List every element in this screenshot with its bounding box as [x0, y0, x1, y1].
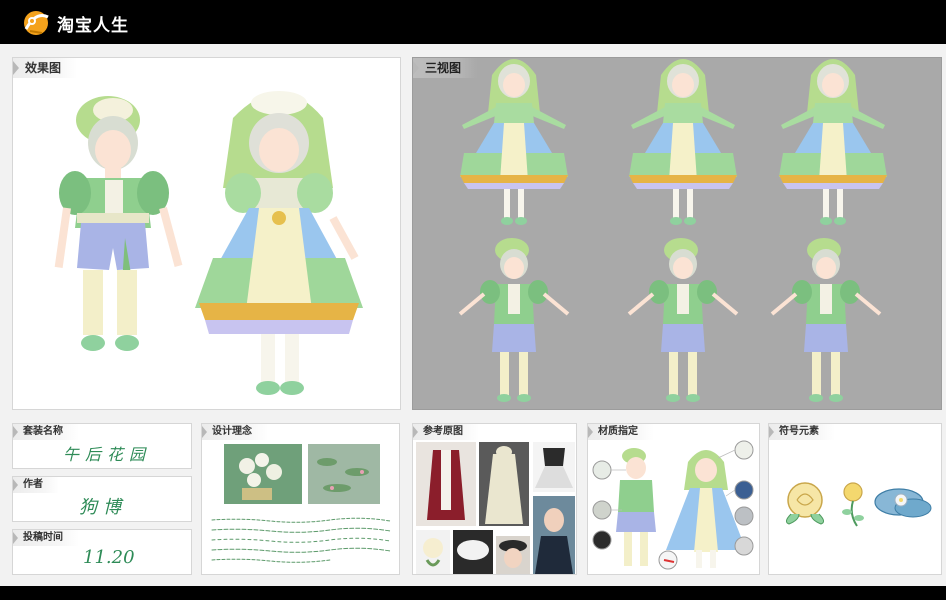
material-label: 材质指定 [588, 424, 654, 440]
reference-panel: 参考原图 [412, 423, 577, 575]
author-label: 作者 [13, 477, 59, 493]
boy-side-view [770, 236, 882, 404]
symbol-elements [785, 482, 932, 527]
effect-illustration [54, 91, 363, 395]
girl-side-view [779, 59, 887, 225]
symbol-panel: 符号元素 [768, 423, 942, 575]
girl-portrait-photo [533, 496, 575, 574]
symbol-label: 符号元素 [769, 424, 835, 440]
submit-time-value: 11.20 [83, 547, 135, 568]
yellow-rose-icon [785, 482, 825, 525]
top-bar: 淘宝人生 [0, 0, 946, 44]
girl-front-view [460, 59, 568, 225]
red-dress-photo [416, 442, 476, 526]
suit-name-panel: 套装名称 午后花园 [12, 423, 192, 469]
girl-back-view [629, 59, 737, 225]
water-lily-painting-image [308, 444, 380, 504]
bottom-bar [0, 586, 946, 600]
handwritten-concept-notes [211, 517, 391, 563]
corset-dress-photo [533, 442, 575, 492]
material-panel: 材质指定 [587, 423, 760, 575]
material-illustration [592, 440, 754, 570]
girl-mini-figure [666, 450, 746, 568]
white-rose-photo [416, 530, 450, 574]
reference-label: 参考原图 [413, 424, 479, 440]
lace-collar-photo [453, 530, 493, 574]
girl-character-illustration [195, 91, 363, 395]
taobao-life-logo-icon [20, 7, 52, 39]
three-view-illustration [458, 59, 887, 404]
author-panel: 作者 狗博 [12, 476, 192, 522]
boy-front-view [458, 236, 570, 404]
design-concept-panel: 设计理念 [201, 423, 400, 575]
beret-boy-photo [496, 536, 530, 574]
app-title: 淘宝人生 [57, 16, 129, 36]
water-lily-icon [874, 488, 932, 518]
author-value: 狗博 [79, 497, 127, 518]
cream-gown-photo [479, 442, 529, 526]
flower-painting-image [224, 444, 302, 504]
suit-name-label: 套装名称 [13, 424, 79, 440]
rose-stem-icon [842, 482, 864, 527]
boy-mini-figure [616, 448, 656, 566]
concept-paintings [224, 444, 380, 504]
effect-panel-label: 效果图 [13, 58, 78, 78]
suit-name-value: 午后花园 [63, 445, 152, 464]
boy-back-view [627, 236, 739, 404]
design-concept-label: 设计理念 [202, 424, 268, 440]
three-view-panel: 三视图 [412, 57, 942, 410]
effect-panel: 效果图 [12, 57, 401, 410]
boy-character-illustration [54, 96, 183, 351]
reference-photos [416, 442, 575, 574]
three-view-panel-label: 三视图 [413, 58, 478, 78]
submit-time-panel: 投稿时间 11.20 [12, 529, 192, 575]
submit-time-label: 投稿时间 [13, 530, 79, 546]
